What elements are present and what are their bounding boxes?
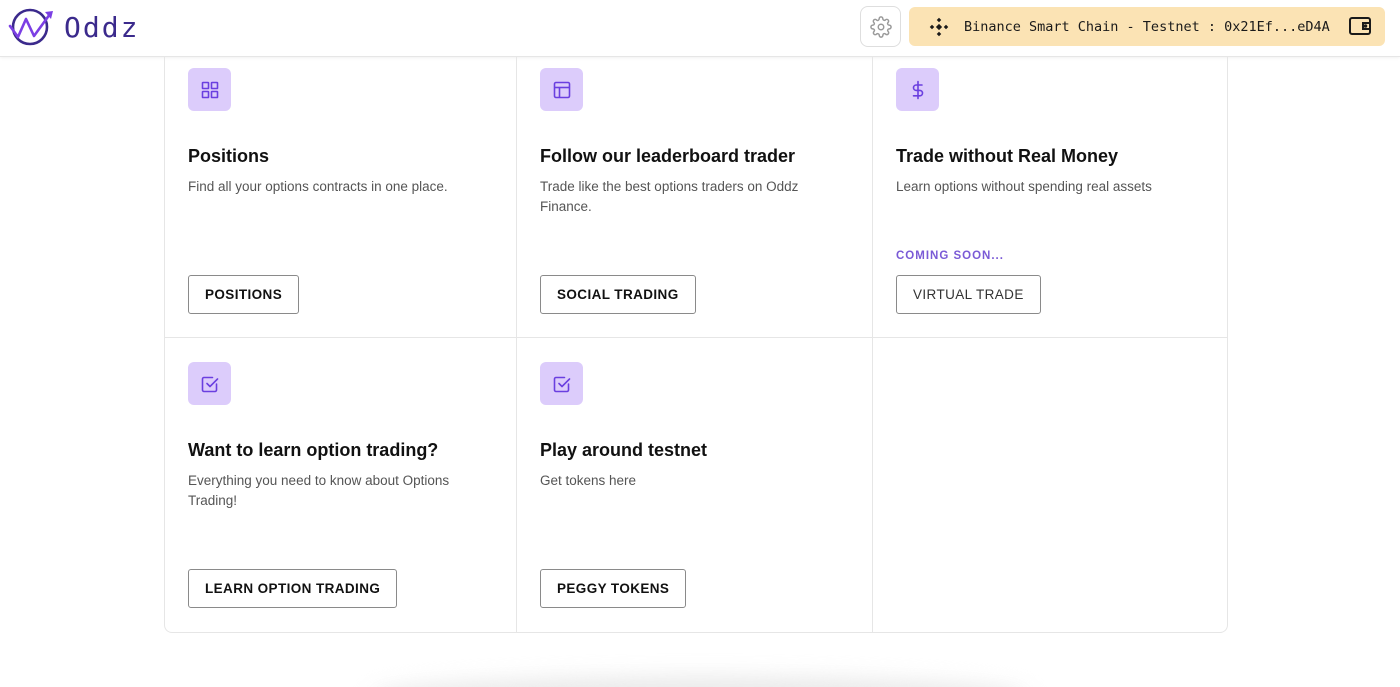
settings-button[interactable] (860, 6, 901, 47)
footer-shadow (370, 676, 1030, 687)
wallet-network: Binance Smart Chain - Testnet (964, 18, 1200, 35)
card-virtual-trade: Trade without Real Money Learn options w… (873, 57, 1227, 338)
coming-soon-badge: COMING SOON... (896, 250, 1004, 262)
card-description: Get tokens here (540, 473, 637, 488)
card-icon-box (188, 68, 231, 111)
binance-icon (929, 17, 949, 36)
app-name: Oddz (64, 10, 140, 44)
gear-icon (869, 15, 892, 38)
card-title: Play around testnet (540, 440, 708, 460)
layout-icon (553, 81, 570, 98)
card-testnet: Play around testnet Get tokens here PEGG… (517, 338, 873, 632)
empty-cell (873, 338, 1227, 632)
card-description: Everything you need to know about Option… (188, 473, 450, 508)
card-description: Trade like the best options traders on O… (540, 179, 799, 214)
positions-button[interactable]: POSITIONS (188, 275, 300, 314)
top-header: Oddz Binance Smart Chain - Testnet : 0x2… (0, 0, 1400, 57)
grid-icon (201, 81, 218, 98)
card-icon-box (896, 68, 939, 111)
card-social-trading: Follow our leaderboard trader Trade like… (517, 57, 873, 338)
card-learn-trading: Want to learn option trading? Everything… (165, 338, 517, 632)
wallet-separator: : (1199, 18, 1225, 35)
card-description: Learn options without spending real asse… (896, 179, 1152, 194)
oddz-logo-icon (8, 8, 53, 46)
checkbox-icon (553, 376, 570, 392)
card-icon-box (540, 68, 583, 111)
virtual-trade-button[interactable]: VIRTUAL TRADE (896, 275, 1041, 314)
wallet-connect-button[interactable]: Binance Smart Chain - Testnet : 0x21Ef..… (909, 7, 1385, 46)
features-grid: Positions Find all your options contract… (164, 57, 1228, 633)
card-positions: Positions Find all your options contract… (165, 57, 517, 338)
card-icon-box (540, 362, 583, 405)
peggy-tokens-button[interactable]: PEGGY TOKENS (540, 569, 687, 608)
social-trading-button[interactable]: SOCIAL TRADING (540, 275, 696, 314)
card-title: Trade without Real Money (896, 146, 1119, 166)
card-title: Want to learn option trading? (188, 440, 439, 460)
dollar-icon (912, 80, 923, 99)
card-icon-box (188, 362, 231, 405)
wallet-icon (1349, 17, 1371, 35)
card-description: Find all your options contracts in one p… (188, 179, 448, 194)
card-title: Follow our leaderboard trader (540, 146, 796, 166)
checkbox-icon (201, 376, 218, 392)
learn-option-trading-button[interactable]: LEARN OPTION TRADING (188, 569, 398, 608)
oddz-logo[interactable]: Oddz (6, 5, 139, 49)
wallet-address: 0x21Ef...eD4A (1224, 18, 1330, 35)
card-title: Positions (188, 146, 270, 166)
